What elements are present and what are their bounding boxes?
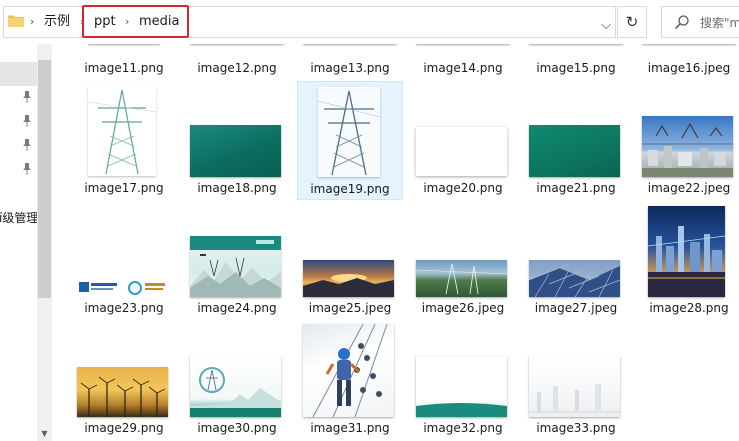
search-box[interactable]: 搜索"m bbox=[661, 6, 739, 38]
file-name: image22.jpeg bbox=[647, 181, 731, 195]
file-item[interactable]: image21.png bbox=[524, 82, 628, 200]
file-thumbnail bbox=[648, 206, 725, 297]
file-item[interactable]: image11.png bbox=[72, 44, 176, 84]
file-thumbnail bbox=[190, 356, 281, 417]
file-thumbnail bbox=[416, 127, 507, 176]
file-item[interactable]: image33.png bbox=[524, 322, 628, 440]
search-input[interactable]: 搜索"m bbox=[700, 14, 739, 31]
file-item[interactable]: image31.png bbox=[298, 322, 402, 440]
file-thumbnail bbox=[303, 324, 394, 417]
file-name: image30.png bbox=[197, 421, 277, 435]
file-item-selected[interactable]: image19.png bbox=[297, 81, 403, 200]
file-name: image23.png bbox=[84, 301, 164, 315]
refresh-button[interactable]: ↻ bbox=[617, 6, 647, 38]
file-item[interactable]: image24.png bbox=[185, 202, 289, 320]
scroll-down-icon[interactable]: ▼ bbox=[37, 426, 52, 441]
file-name: image26.jpeg bbox=[421, 301, 505, 315]
pin-icon bbox=[23, 91, 31, 103]
file-name: image17.png bbox=[84, 181, 164, 195]
file-item[interactable]: image12.png bbox=[185, 44, 289, 84]
file-name: image11.png bbox=[84, 61, 164, 75]
file-item[interactable]: image26.jpeg bbox=[411, 202, 515, 320]
file-item[interactable]: image30.png bbox=[185, 322, 289, 440]
file-name: image18.png bbox=[197, 181, 277, 195]
file-name: image13.png bbox=[310, 61, 390, 75]
file-name: image19.png bbox=[310, 182, 390, 196]
file-name: image31.png bbox=[310, 421, 390, 435]
file-name: image28.png bbox=[649, 301, 729, 315]
file-item[interactable]: image32.png bbox=[411, 322, 515, 440]
file-thumbnail bbox=[529, 125, 620, 177]
file-item[interactable]: image14.png bbox=[411, 44, 515, 84]
file-name: image12.png bbox=[197, 61, 277, 75]
file-thumbnail bbox=[77, 367, 168, 417]
nav-item-selected[interactable] bbox=[0, 62, 38, 86]
file-name: image33.png bbox=[536, 421, 616, 435]
navigation-pane: ī级管理 ▼ bbox=[0, 44, 52, 441]
file-name: image29.png bbox=[84, 421, 164, 435]
nav-scrollbar[interactable]: ▼ bbox=[37, 44, 52, 441]
file-item[interactable]: image13.png bbox=[298, 44, 402, 84]
chevron-down-icon[interactable]: ⌵ bbox=[596, 17, 616, 35]
file-item[interactable]: image20.png bbox=[411, 82, 515, 200]
highlight-annotation bbox=[82, 5, 189, 38]
file-item[interactable]: image29.png bbox=[72, 322, 176, 440]
file-item[interactable]: image23.png bbox=[72, 202, 176, 320]
file-thumbnail bbox=[190, 125, 281, 177]
pin-icon bbox=[23, 163, 31, 175]
file-thumbnail bbox=[190, 236, 281, 297]
file-thumbnail bbox=[416, 260, 507, 297]
search-icon bbox=[674, 15, 689, 30]
refresh-icon: ↻ bbox=[625, 13, 639, 31]
file-item[interactable]: image18.png bbox=[185, 82, 289, 200]
file-grid: image11.png image12.png image13.png imag… bbox=[52, 44, 739, 441]
pin-icon bbox=[23, 115, 31, 127]
file-name: image20.png bbox=[423, 181, 503, 195]
file-name: image21.png bbox=[536, 181, 616, 195]
file-thumbnail bbox=[529, 260, 620, 297]
file-name: image32.png bbox=[423, 421, 503, 435]
address-bar-row: › 示例 › ppt › media ⌵ ↻ 搜索"m bbox=[0, 0, 739, 44]
file-item[interactable]: image25.jpeg bbox=[298, 202, 402, 320]
folder-icon bbox=[8, 15, 24, 27]
file-thumbnail bbox=[642, 116, 733, 177]
file-thumbnail bbox=[416, 356, 507, 417]
file-name: image15.png bbox=[536, 61, 616, 75]
file-name: image14.png bbox=[423, 61, 503, 75]
file-thumbnail bbox=[77, 279, 168, 297]
breadcrumb-item[interactable]: 示例 bbox=[44, 13, 70, 31]
file-item[interactable]: image28.png bbox=[637, 202, 739, 320]
scrollbar-thumb[interactable] bbox=[38, 60, 51, 298]
file-thumbnail bbox=[303, 260, 394, 297]
file-name: image16.jpeg bbox=[647, 61, 731, 75]
file-thumbnail bbox=[529, 356, 620, 417]
file-item[interactable]: image15.png bbox=[524, 44, 628, 84]
chevron-right-icon[interactable]: › bbox=[30, 13, 34, 31]
pin-icon bbox=[23, 139, 31, 151]
file-name: image27.jpeg bbox=[534, 301, 618, 315]
file-item[interactable]: image16.jpeg bbox=[637, 44, 739, 84]
nav-item-label[interactable]: ī级管理 bbox=[0, 209, 38, 226]
file-name: image24.png bbox=[197, 301, 277, 315]
file-thumbnail bbox=[318, 87, 380, 177]
file-item[interactable]: image17.png bbox=[72, 82, 176, 200]
file-item[interactable]: image22.jpeg bbox=[637, 82, 739, 200]
file-name: image25.jpeg bbox=[308, 301, 392, 315]
file-thumbnail bbox=[88, 86, 156, 176]
file-item[interactable]: image27.jpeg bbox=[524, 202, 628, 320]
